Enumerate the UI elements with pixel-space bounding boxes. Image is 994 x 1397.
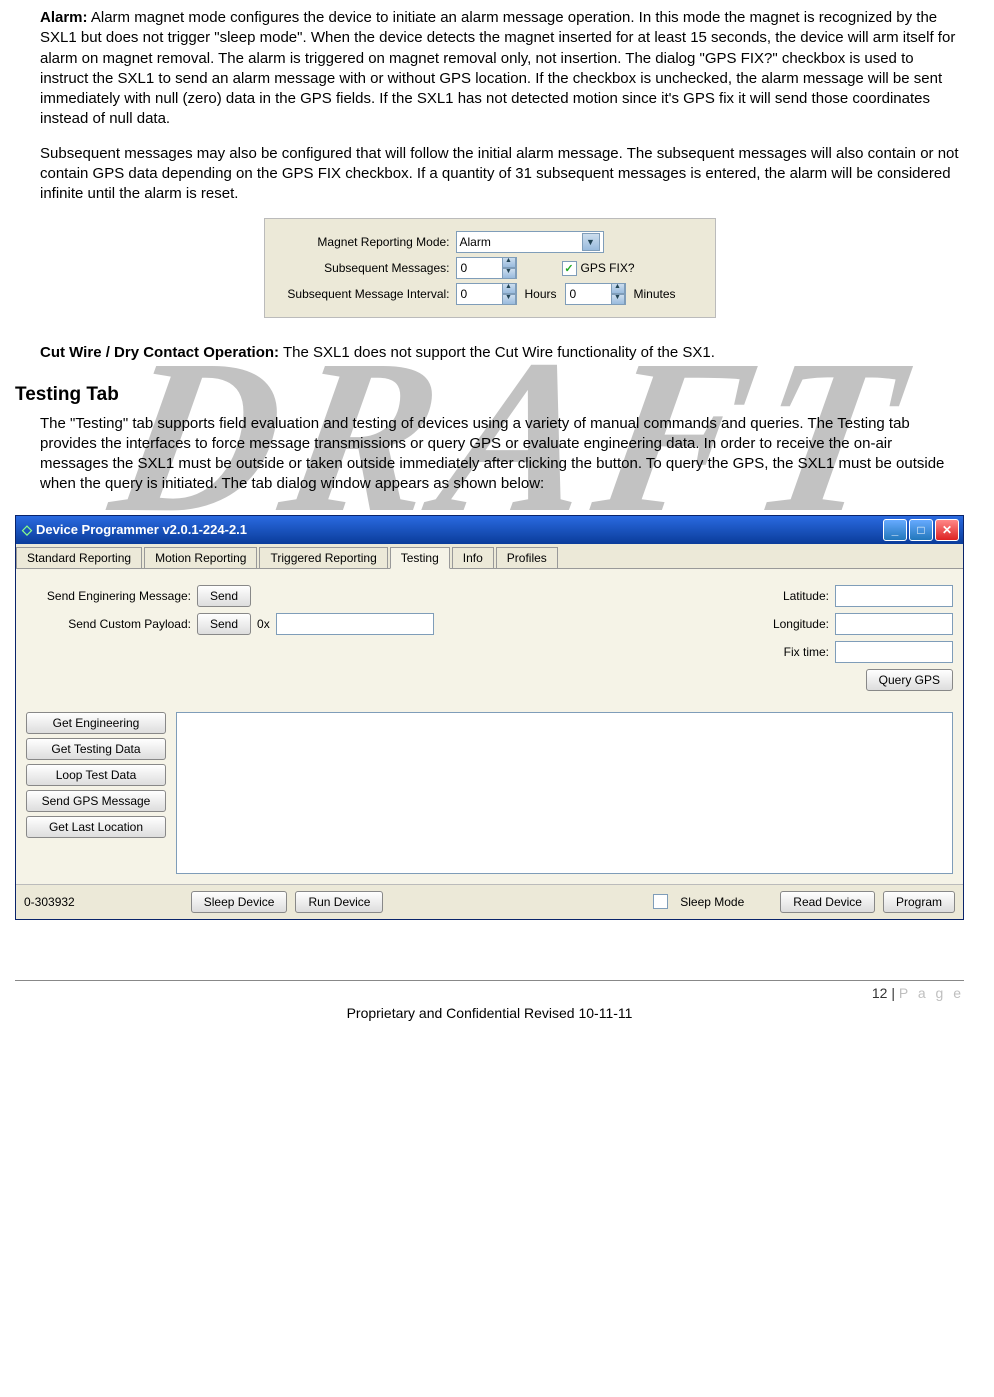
status-bar: 0-303932 Sleep Device Run Device ✓ Sleep… — [16, 884, 963, 919]
spin-up-icon[interactable]: ▲ — [611, 283, 625, 294]
tab-standard-reporting[interactable]: Standard Reporting — [16, 547, 142, 568]
interval-hours-value: 0 — [461, 287, 468, 301]
longitude-input[interactable] — [835, 613, 953, 635]
app-icon: ◇ — [22, 522, 32, 537]
payload-prefix: 0x — [251, 617, 276, 631]
alarm-paragraph-1: Alarm: Alarm magnet mode configures the … — [40, 8, 964, 130]
subsequent-interval-label: Subsequent Message Interval: — [275, 287, 456, 301]
spin-down-icon[interactable]: ▼ — [611, 294, 625, 305]
fixtime-input[interactable] — [835, 641, 953, 663]
get-last-location-button[interactable]: Get Last Location — [26, 816, 166, 838]
subsequent-messages-spinner[interactable]: 0 ▲▼ — [456, 257, 517, 279]
query-gps-button[interactable]: Query GPS — [866, 669, 953, 691]
sleep-device-button[interactable]: Sleep Device — [191, 891, 288, 913]
cutwire-heading: Cut Wire / Dry Contact Operation: — [40, 344, 279, 361]
custom-payload-input[interactable] — [276, 613, 434, 635]
tab-triggered-reporting[interactable]: Triggered Reporting — [259, 547, 387, 568]
send-gps-message-button[interactable]: Send GPS Message — [26, 790, 166, 812]
chevron-down-icon: ▼ — [582, 233, 600, 251]
spin-down-icon[interactable]: ▼ — [502, 268, 516, 279]
send-engineering-button[interactable]: Send — [197, 585, 251, 607]
testing-paragraph: The "Testing" tab supports field evaluat… — [40, 414, 964, 495]
close-button[interactable]: ✕ — [935, 519, 959, 541]
cutwire-paragraph: Cut Wire / Dry Contact Operation: The SX… — [40, 343, 964, 363]
tab-testing[interactable]: Testing — [390, 547, 450, 569]
program-button[interactable]: Program — [883, 891, 955, 913]
tab-profiles[interactable]: Profiles — [496, 547, 558, 568]
get-engineering-button[interactable]: Get Engineering — [26, 712, 166, 734]
run-device-button[interactable]: Run Device — [295, 891, 383, 913]
spin-up-icon[interactable]: ▲ — [502, 283, 516, 294]
alarm-body: Alarm magnet mode configures the device … — [40, 9, 955, 127]
spin-up-icon[interactable]: ▲ — [502, 257, 516, 268]
minimize-button[interactable]: _ — [883, 519, 907, 541]
interval-hours-spinner[interactable]: 0 ▲▼ — [456, 283, 517, 305]
maximize-button[interactable]: □ — [909, 519, 933, 541]
hours-label: Hours — [517, 287, 565, 301]
gps-fix-label: GPS FIX? — [581, 261, 635, 275]
device-programmer-window: ◇Device Programmer v2.0.1-224-2.1 _ □ ✕ … — [15, 515, 964, 920]
window-titlebar: ◇ Device Programmer v2.0.1-224-2.1 _ □ ✕ — [16, 516, 963, 544]
cutwire-body: The SXL1 does not support the Cut Wire f… — [279, 344, 715, 361]
magnet-mode-select[interactable]: Alarm ▼ — [456, 231, 604, 253]
device-id: 0-303932 — [24, 895, 75, 909]
latitude-input[interactable] — [835, 585, 953, 607]
alarm-config-panel: Magnet Reporting Mode: Alarm ▼ Subsequen… — [264, 218, 716, 318]
fixtime-label: Fix time: — [749, 645, 835, 659]
window-title: Device Programmer v2.0.1-224-2.1 — [36, 522, 247, 537]
magnet-mode-label: Magnet Reporting Mode: — [275, 235, 456, 249]
interval-minutes-value: 0 — [570, 287, 577, 301]
read-device-button[interactable]: Read Device — [780, 891, 875, 913]
subsequent-messages-value: 0 — [461, 261, 468, 275]
tab-motion-reporting[interactable]: Motion Reporting — [144, 547, 257, 568]
loop-test-data-button[interactable]: Loop Test Data — [26, 764, 166, 786]
testing-tab-heading: Testing Tab — [15, 384, 964, 406]
gps-fix-checkbox[interactable]: ✓ — [562, 261, 577, 276]
longitude-label: Longitude: — [749, 617, 835, 631]
interval-minutes-spinner[interactable]: 0 ▲▼ — [565, 283, 626, 305]
magnet-mode-value: Alarm — [460, 235, 491, 249]
alarm-paragraph-2: Subsequent messages may also be configur… — [40, 144, 964, 205]
page-number: 12 — [872, 985, 888, 1001]
tab-strip: Standard Reporting Motion Reporting Trig… — [16, 544, 963, 569]
send-custom-button[interactable]: Send — [197, 613, 251, 635]
latitude-label: Latitude: — [749, 589, 835, 603]
minutes-label: Minutes — [626, 287, 684, 301]
page-footer: 12 | P a g e — [15, 980, 964, 1001]
confidential-notice: Proprietary and Confidential Revised 10-… — [15, 1001, 964, 1021]
get-testing-data-button[interactable]: Get Testing Data — [26, 738, 166, 760]
spin-down-icon[interactable]: ▼ — [502, 294, 516, 305]
sleep-mode-label: Sleep Mode — [680, 895, 744, 909]
send-custom-label: Send Custom Payload: — [26, 617, 197, 631]
output-textarea[interactable] — [176, 712, 953, 874]
send-engineering-label: Send Enginering Message: — [26, 589, 197, 603]
tab-info[interactable]: Info — [452, 547, 494, 568]
alarm-heading: Alarm: — [40, 9, 88, 26]
page-word: P a g e — [899, 985, 964, 1001]
sleep-mode-checkbox[interactable]: ✓ — [653, 894, 668, 909]
subsequent-messages-label: Subsequent Messages: — [275, 261, 456, 275]
